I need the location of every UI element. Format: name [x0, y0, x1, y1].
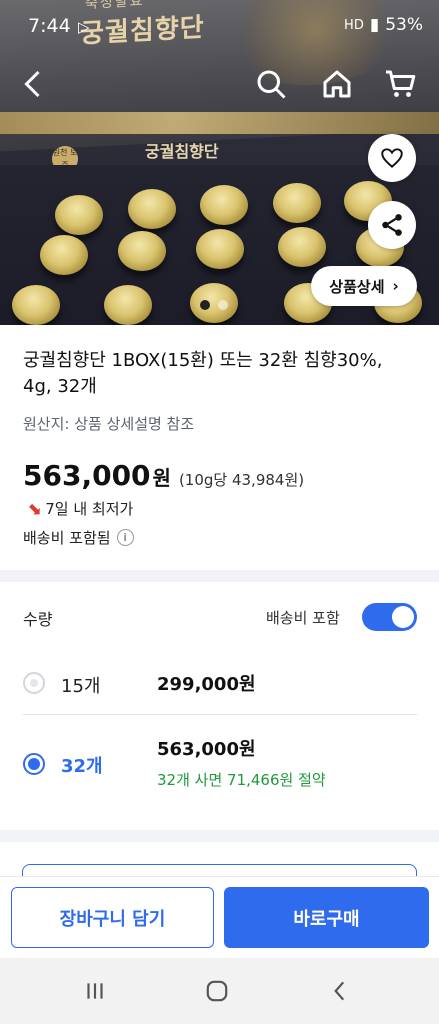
section-divider [0, 830, 439, 842]
pill [273, 183, 321, 223]
toggle-knob [392, 606, 414, 628]
back-nav-icon[interactable] [325, 978, 355, 1004]
price-currency: 원 [152, 466, 171, 490]
shipping-included-toggle[interactable] [362, 603, 417, 631]
product-detail-label: 상품상세 [329, 277, 385, 296]
option-quantity: 32개 [61, 756, 103, 777]
buy-now-button[interactable]: 바로구매 [224, 887, 429, 948]
option-quantity: 15개 [61, 676, 101, 697]
pill [55, 195, 103, 235]
battery-level: 53% [385, 15, 423, 35]
pill [40, 235, 88, 275]
heart-icon [381, 148, 403, 168]
pill [278, 227, 326, 267]
shipping-included-label: 배송비 포함됨 [23, 529, 111, 547]
shipping-info: 배송비 포함됨 i [23, 527, 134, 548]
option-savings: 32개 사면 71,466원 절약 [157, 771, 326, 789]
chevron-right-icon: › [392, 277, 399, 295]
product-title: 궁궐침향단 1BOX(15환) 또는 32환 침향30%, 4g, 32개 [23, 350, 383, 397]
quantity-option-15[interactable]: 15개 299,000원 [23, 660, 417, 715]
shipping-toggle-label: 배송비 포함 [266, 609, 340, 627]
pill [128, 189, 176, 229]
product-price: 563,000 [23, 459, 151, 492]
recent-apps-icon[interactable] [80, 978, 110, 1004]
price-row: 563,000 원 (10g당 43,984원) [23, 459, 304, 492]
lowest-price-badge: ⬊ 7일 내 최저가 [27, 498, 133, 519]
home-nav-icon[interactable] [202, 978, 232, 1004]
pill [196, 229, 244, 269]
unit-price: (10g당 43,984원) [178, 471, 305, 489]
radio-unselected[interactable] [23, 672, 45, 694]
cart-icon[interactable] [383, 66, 419, 102]
price-down-arrow-icon: ⬊ [27, 498, 42, 519]
network-label: HD [344, 17, 364, 33]
status-bar: 7:44 ▷ HD ▮ 53% [0, 0, 439, 52]
play-icon: ▷ [78, 18, 90, 36]
status-indicators: HD ▮ 53% [344, 15, 423, 35]
info-icon[interactable]: i [116, 529, 134, 546]
carousel-dot-active [200, 300, 210, 310]
carousel-dot [218, 300, 228, 310]
home-icon[interactable] [319, 66, 355, 102]
pill [104, 285, 152, 325]
quantity-option-32[interactable]: 32개 563,000원 32개 사면 71,466원 절약 [23, 725, 417, 805]
pill [118, 231, 166, 271]
status-time: 7:44 [28, 15, 71, 37]
option-price: 299,000원 [157, 674, 256, 695]
product-detail-button[interactable]: 상품상세 › [311, 266, 417, 306]
box-stripe [0, 112, 439, 134]
pill [12, 285, 60, 325]
share-button[interactable] [368, 201, 416, 249]
option-price: 563,000원 [157, 739, 256, 760]
search-icon[interactable] [253, 66, 289, 102]
system-navigation-bar [0, 958, 439, 1024]
pill [200, 185, 248, 225]
quantity-label: 수량 [23, 610, 53, 629]
box-label: 궁궐침향단 [145, 142, 219, 161]
purchase-bar: 장바구니 담기 바로구매 [0, 876, 439, 958]
product-origin: 원산지: 상품 상세설명 참조 [23, 415, 195, 433]
share-icon [382, 214, 402, 236]
back-icon[interactable] [16, 66, 52, 102]
wishlist-button[interactable] [368, 134, 416, 182]
lowest-price-label: 7일 내 최저가 [45, 500, 134, 518]
radio-selected[interactable] [23, 753, 45, 775]
signal-icon: ▮ [369, 15, 380, 35]
section-divider [0, 570, 439, 582]
carousel-indicator [200, 300, 228, 310]
add-to-cart-button[interactable]: 장바구니 담기 [11, 887, 214, 948]
